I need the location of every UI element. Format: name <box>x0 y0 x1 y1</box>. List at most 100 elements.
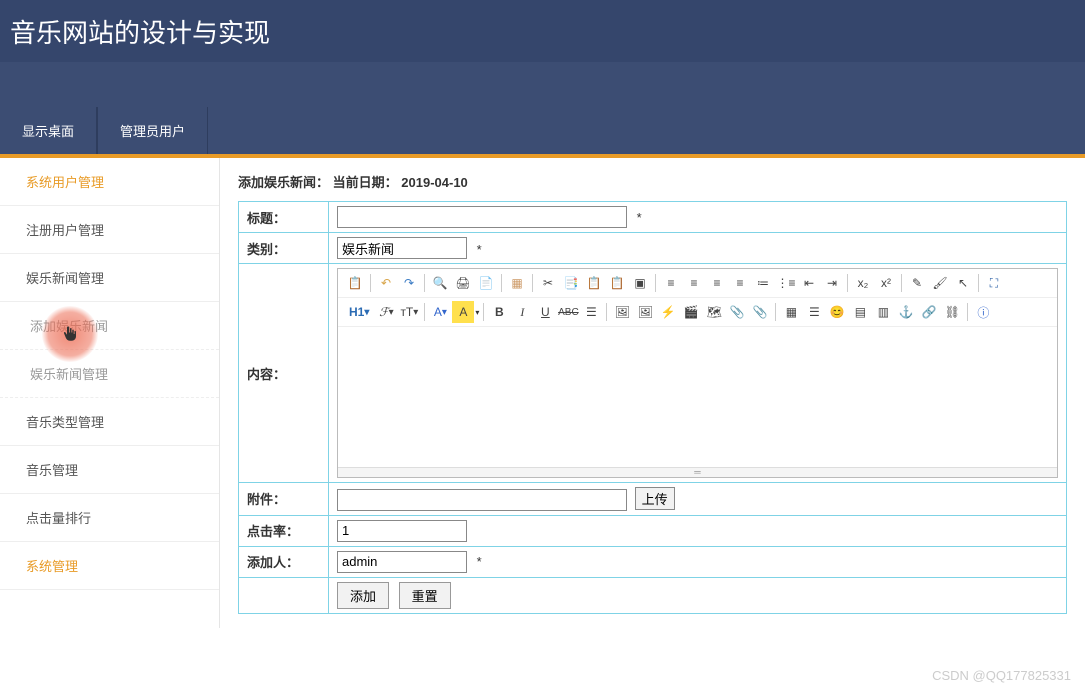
row-content: 内容： 📋 ↶ ↷ 🔍 🖨 📄 ▦ <box>239 264 1067 483</box>
input-attachment[interactable] <box>337 489 627 511</box>
required-mark: * <box>477 242 482 257</box>
redo-icon[interactable]: ↷ <box>398 272 420 294</box>
undo-icon[interactable]: ↶ <box>375 272 397 294</box>
input-clicks[interactable] <box>337 520 467 542</box>
indent-icon[interactable]: ⇥ <box>821 272 843 294</box>
copy-icon[interactable]: 📑 <box>560 272 582 294</box>
paste-text-icon[interactable]: 📋 <box>583 272 605 294</box>
strike-icon[interactable]: ABC <box>557 301 579 323</box>
breadcrumb-prefix: 添加娱乐新闻： <box>238 175 329 190</box>
superscript-icon[interactable]: x² <box>875 272 897 294</box>
sidebar-subitem-news-list[interactable]: 娱乐新闻管理 <box>0 350 219 398</box>
source-icon[interactable]: ▦ <box>506 272 528 294</box>
cut-icon[interactable]: ✂ <box>537 272 559 294</box>
row-actions: 添加 重置 <box>239 577 1067 613</box>
align-left-icon[interactable]: ≡ <box>660 272 682 294</box>
hr-icon[interactable]: ☰ <box>803 301 825 323</box>
fullscreen-icon[interactable]: ⛶ <box>983 272 1005 294</box>
outdent-icon[interactable]: ⇤ <box>798 272 820 294</box>
align-center-icon[interactable]: ≡ <box>683 272 705 294</box>
align-justify-icon[interactable]: ≡ <box>729 272 751 294</box>
list-ul-icon[interactable]: ⋮≡ <box>775 272 797 294</box>
table-icon[interactable]: ▦ <box>780 301 802 323</box>
rich-editor: 📋 ↶ ↷ 🔍 🖨 📄 ▦ ✂ 📑 <box>337 268 1058 478</box>
about-icon[interactable]: ⓘ <box>972 301 994 323</box>
sidebar-item-click-rank[interactable]: 点击量排行 <box>0 494 219 542</box>
select-icon[interactable]: ↖ <box>952 272 974 294</box>
print-icon[interactable]: 🖨 <box>452 272 474 294</box>
multi-image-icon[interactable]: 🖼 <box>634 301 656 323</box>
tab-admin-user[interactable]: 管理员用户 <box>97 107 208 154</box>
list-ol-icon[interactable]: ≔ <box>752 272 774 294</box>
breadcrumb: 添加娱乐新闻： 当前日期： 2019-04-10 <box>238 172 1067 191</box>
sidebar-subitem-add-news[interactable]: 添加娱乐新闻 <box>0 302 219 350</box>
heading-icon[interactable]: H1▾ <box>344 301 374 323</box>
breadcrumb-date-value: 2019-04-10 <box>401 175 468 190</box>
map-icon[interactable]: 🗺 <box>703 301 725 323</box>
font-size-icon[interactable]: тT▾ <box>398 301 420 323</box>
required-mark: * <box>477 554 482 569</box>
italic-icon[interactable]: I <box>511 301 533 323</box>
sidebar-item-system-manage[interactable]: 系统管理 <box>0 542 219 590</box>
input-category[interactable] <box>337 237 467 259</box>
label-content: 内容： <box>239 264 329 483</box>
tab-bar: 显示桌面 管理员用户 <box>0 62 1085 158</box>
bold-icon[interactable]: B <box>488 301 510 323</box>
pagebreak-icon[interactable]: ▥ <box>872 301 894 323</box>
clear-format-icon[interactable]: ✎ <box>906 272 928 294</box>
sidebar-item-music-type[interactable]: 音乐类型管理 <box>0 398 219 446</box>
reset-button[interactable]: 重置 <box>399 582 451 609</box>
font-family-icon[interactable]: ℱ▾ <box>375 301 397 323</box>
align-right-icon[interactable]: ≡ <box>706 272 728 294</box>
required-mark: * <box>637 210 642 225</box>
emoji-icon[interactable]: 😊 <box>826 301 848 323</box>
input-adder[interactable] <box>337 551 467 573</box>
font-color-icon[interactable]: A▾ <box>429 301 451 323</box>
label-category: 类别： <box>239 233 329 264</box>
subscript-icon[interactable]: x₂ <box>852 272 874 294</box>
file-icon[interactable]: 📎 <box>726 301 748 323</box>
special-char-icon[interactable]: ▤ <box>849 301 871 323</box>
content-area: 添加娱乐新闻： 当前日期： 2019-04-10 标题： * 类别： * 内容： <box>220 158 1085 628</box>
submit-button[interactable]: 添加 <box>337 582 389 609</box>
label-clicks: 点击率： <box>239 515 329 546</box>
underline-icon[interactable]: U <box>534 301 556 323</box>
preview-icon[interactable]: 🔍 <box>429 272 451 294</box>
label-adder: 添加人： <box>239 546 329 577</box>
unlink-icon[interactable]: ⛓ <box>941 301 963 323</box>
label-title: 标题： <box>239 202 329 233</box>
format-brush-icon[interactable]: 🖌 <box>929 272 951 294</box>
sidebar-item-news-manage[interactable]: 娱乐新闻管理 <box>0 254 219 302</box>
line-height-icon[interactable]: ☰ <box>580 301 602 323</box>
media-icon[interactable]: 🎬 <box>680 301 702 323</box>
attach-icon[interactable]: 📎 <box>749 301 771 323</box>
tab-desktop[interactable]: 显示桌面 <box>0 107 97 154</box>
anchor-icon[interactable]: ⚓ <box>895 301 917 323</box>
select-all-icon[interactable]: ▣ <box>629 272 651 294</box>
link-icon[interactable]: 🔗 <box>918 301 940 323</box>
row-adder: 添加人： * <box>239 546 1067 577</box>
paste-icon[interactable]: 📋 <box>344 272 366 294</box>
sidebar-item-music-manage[interactable]: 音乐管理 <box>0 446 219 494</box>
highlight-icon[interactable]: A <box>452 301 474 323</box>
row-category: 类别： * <box>239 233 1067 264</box>
input-title[interactable] <box>337 206 627 228</box>
upload-button[interactable]: 上传 <box>635 487 675 510</box>
row-clicks: 点击率： <box>239 515 1067 546</box>
sidebar-item-registered-users[interactable]: 注册用户管理 <box>0 206 219 254</box>
watermark: CSDN @QQ177825331 <box>932 668 1071 683</box>
row-attachment: 附件： 上传 <box>239 483 1067 516</box>
editor-body[interactable] <box>338 327 1057 467</box>
breadcrumb-date-label: 当前日期： <box>333 175 398 190</box>
image-icon[interactable]: 🖼 <box>611 301 633 323</box>
app-title: 音乐网站的设计与实现 <box>10 13 270 50</box>
row-title: 标题： * <box>239 202 1067 233</box>
paste-word-icon[interactable]: 📋 <box>606 272 628 294</box>
editor-toolbar-2: H1▾ ℱ▾ тT▾ A▾ A▾ B I U ABC ☰ <box>338 298 1057 327</box>
editor-toolbar-1: 📋 ↶ ↷ 🔍 🖨 📄 ▦ ✂ 📑 <box>338 269 1057 298</box>
template-icon[interactable]: 📄 <box>475 272 497 294</box>
flash-icon[interactable]: ⚡ <box>657 301 679 323</box>
form-table: 标题： * 类别： * 内容： 📋 <box>238 201 1067 614</box>
sidebar-item-system-users[interactable]: 系统用户管理 <box>0 158 219 206</box>
editor-resize-handle[interactable]: ═ <box>338 467 1057 477</box>
